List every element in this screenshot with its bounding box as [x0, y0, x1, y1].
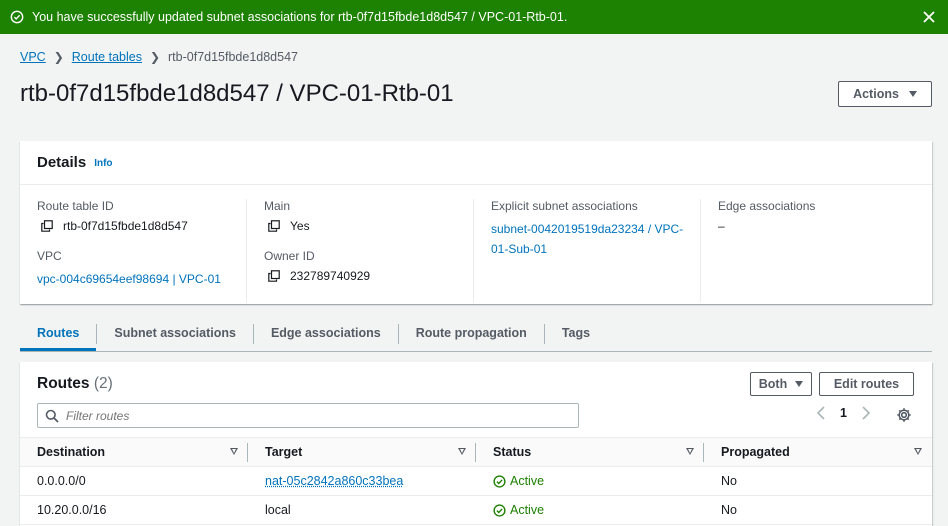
chevron-right-icon: ❯: [53, 50, 64, 64]
status-cell: Active: [476, 466, 704, 496]
details-column-1: Route table ID rtb-0f7d15fbde1d8d547 VPC…: [20, 199, 247, 302]
copy-icon[interactable]: [41, 220, 53, 232]
breadcrumb: VPC ❯ Route tables ❯ rtb-0f7d15fbde1d8d5…: [20, 50, 298, 64]
propagated-cell: No: [704, 466, 932, 496]
owner-id-label: Owner ID: [264, 249, 315, 263]
filter-routes-field[interactable]: [37, 403, 579, 428]
tab-tags[interactable]: Tags: [545, 320, 607, 351]
breadcrumb-vpc-link[interactable]: VPC: [20, 50, 46, 64]
pagination: 1: [816, 406, 871, 420]
table-row: 0.0.0.0/0 nat-05c2842a860c33bea Active N…: [20, 466, 932, 496]
edge-associations-label: Edge associations: [718, 199, 816, 213]
success-flash-bar: You have successfully updated subnet ass…: [0, 0, 948, 34]
caret-down-icon: [795, 381, 804, 387]
info-link[interactable]: Info: [94, 158, 112, 169]
column-header-destination[interactable]: Destination: [20, 437, 248, 467]
target-cell: local: [248, 495, 476, 525]
sort-icon[interactable]: [686, 448, 694, 455]
routes-panel: Routes (2) Both Edit routes 1 Destinatio…: [20, 362, 932, 526]
tab-routes[interactable]: Routes: [20, 320, 97, 351]
column-header-propagated[interactable]: Propagated: [704, 437, 932, 467]
details-column-4: Edge associations –: [701, 199, 928, 302]
details-column-2: Main Yes Owner ID 232789740929: [247, 199, 474, 302]
actions-button-label: Actions: [853, 87, 899, 101]
copy-icon[interactable]: [268, 220, 280, 232]
details-columns: Route table ID rtb-0f7d15fbde1d8d547 VPC…: [20, 185, 932, 302]
explicit-subnet-label: Explicit subnet associations: [491, 199, 638, 213]
table-header-row: Destination Target Status Propagated: [20, 437, 932, 467]
main-value: Yes: [264, 219, 463, 233]
sort-icon[interactable]: [458, 448, 466, 455]
column-header-target[interactable]: Target: [248, 437, 476, 467]
routes-heading: Routes (2): [37, 375, 113, 392]
tab-edge-associations[interactable]: Edge associations: [254, 320, 398, 351]
owner-id-value: 232789740929: [264, 269, 463, 283]
edge-associations-value: –: [718, 219, 725, 233]
main-label: Main: [264, 199, 291, 213]
gear-icon[interactable]: [896, 407, 912, 423]
status-cell: Active: [476, 495, 704, 525]
close-icon[interactable]: [922, 10, 936, 24]
details-panel: Details Info Route table ID rtb-0f7d15fb…: [20, 141, 932, 304]
routes-count: (2): [93, 375, 113, 392]
sort-icon[interactable]: [914, 448, 922, 455]
destination-cell: 0.0.0.0/0: [20, 466, 248, 496]
destination-cell: 10.20.0.0/16: [20, 495, 248, 525]
sort-icon[interactable]: [230, 448, 238, 455]
chevron-left-icon[interactable]: [816, 406, 826, 420]
propagated-cell: No: [704, 495, 932, 525]
vpc-link[interactable]: vpc-004c69654eef98694 | VPC-01: [37, 269, 236, 289]
tab-bar: Routes Subnet associations Edge associat…: [20, 320, 932, 352]
details-header: Details Info: [20, 141, 932, 185]
vpc-label: VPC: [37, 249, 62, 263]
both-dropdown[interactable]: Both: [750, 372, 812, 396]
target-link[interactable]: nat-05c2842a860c33bea: [265, 474, 403, 488]
column-header-status[interactable]: Status: [476, 437, 704, 467]
copy-icon[interactable]: [268, 270, 280, 282]
route-table-id-value: rtb-0f7d15fbde1d8d547: [37, 219, 236, 233]
details-column-3: Explicit subnet associations subnet-0042…: [474, 199, 701, 302]
breadcrumb-route-tables-link[interactable]: Route tables: [72, 50, 142, 64]
route-table-id-label: Route table ID: [37, 199, 114, 213]
actions-button[interactable]: Actions: [838, 81, 932, 107]
explicit-subnet-link[interactable]: subnet-0042019519da23234 / VPC-01-Sub-01: [491, 219, 696, 259]
target-cell: nat-05c2842a860c33bea: [248, 466, 476, 496]
tab-route-propagation[interactable]: Route propagation: [399, 320, 544, 351]
flash-message: You have successfully updated subnet ass…: [32, 10, 568, 24]
routes-table: Destination Target Status Propagated 0.0…: [20, 437, 932, 525]
page-title: rtb-0f7d15fbde1d8d547 / VPC-01-Rtb-01: [20, 80, 454, 107]
status-success-icon: [493, 474, 506, 488]
breadcrumb-current: rtb-0f7d15fbde1d8d547: [168, 50, 298, 64]
details-heading: Details: [37, 154, 87, 171]
edit-routes-button[interactable]: Edit routes: [819, 372, 914, 396]
status-success-icon: [493, 503, 506, 517]
page-number[interactable]: 1: [840, 406, 847, 420]
search-icon: [45, 409, 59, 423]
filter-routes-input[interactable]: [66, 408, 556, 423]
caret-down-icon: [908, 91, 917, 97]
table-row: 10.20.0.0/16 local Active No: [20, 495, 932, 525]
tab-subnet-associations[interactable]: Subnet associations: [97, 320, 253, 351]
chevron-right-icon: ❯: [149, 50, 161, 64]
chevron-right-icon[interactable]: [861, 406, 871, 420]
check-circle-icon: [10, 10, 24, 24]
